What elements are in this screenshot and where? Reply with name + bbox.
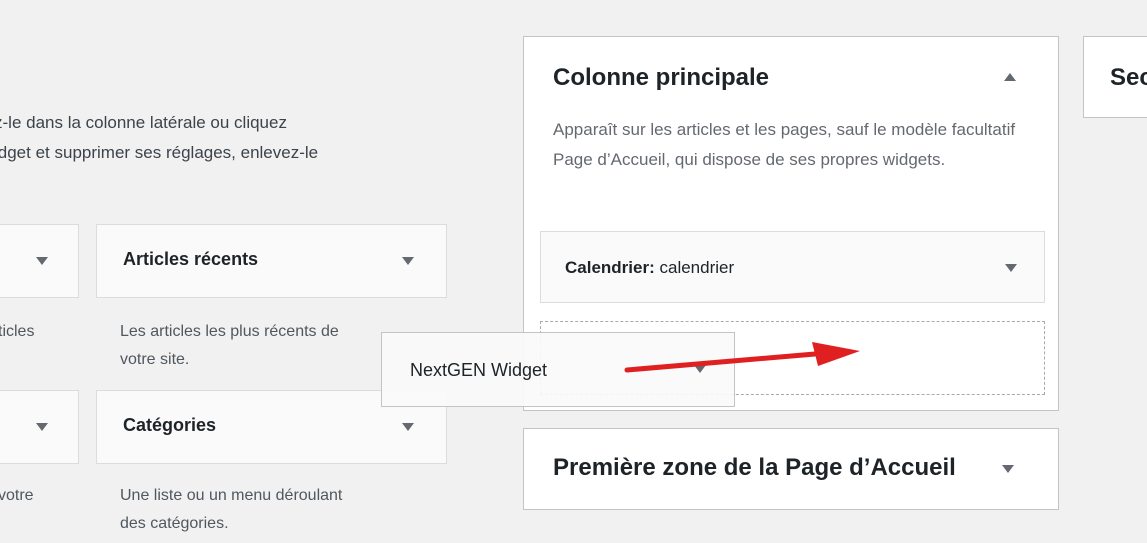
chevron-down-icon[interactable]	[1002, 465, 1014, 473]
chevron-up-icon[interactable]	[1004, 73, 1016, 81]
desc-line: Les articles les plus récents de	[120, 323, 339, 340]
chevron-down-icon[interactable]	[402, 257, 414, 265]
widget-clipped-2-desc: votre	[0, 487, 34, 504]
chevron-down-icon[interactable]	[1005, 264, 1017, 272]
sidebar-seconde: Seconde	[1083, 36, 1147, 118]
chevron-down-icon[interactable]	[36, 423, 48, 431]
sidebar-description: Apparaît sur les articles et les pages, …	[553, 120, 1016, 169]
chevron-down-icon[interactable]	[402, 423, 414, 431]
widget-title: Articles récents	[123, 249, 259, 269]
desc-line: votre site.	[120, 351, 190, 368]
widgets-screen: z-le dans la colonne latérale ou cliquez…	[0, 0, 1147, 543]
widget-calendrier[interactable]: Calendrier: calendrier	[540, 231, 1045, 303]
widget-clipped-2[interactable]	[0, 390, 79, 464]
widget-title: Calendrier: calendrier	[565, 258, 734, 278]
sidebar-title[interactable]: Première zone de la Page d’Accueil	[553, 454, 983, 482]
widget-articles-recents-desc: Les articles les plus récents de votre s…	[120, 318, 339, 374]
widget-instance-name: calendrier	[659, 258, 735, 277]
chevron-down-icon[interactable]	[36, 257, 48, 265]
intro-line-1: z-le dans la colonne latérale ou cliquez	[0, 113, 287, 132]
widget-type-label: Calendrier:	[565, 258, 655, 277]
sidebar-title[interactable]: Seconde	[1110, 64, 1147, 92]
widgets-intro-text: z-le dans la colonne latérale ou cliquez…	[0, 108, 464, 168]
desc-line: Une liste ou un menu déroulant	[120, 487, 343, 504]
widget-title: NextGEN Widget	[410, 360, 548, 380]
sidebar-premiere-zone: Première zone de la Page d’Accueil	[523, 428, 1059, 510]
widget-categories-desc: Une liste ou un menu déroulant des catég…	[120, 482, 342, 538]
desc-line: des catégories.	[120, 515, 229, 532]
widget-clipped-1-desc: ticles	[0, 323, 35, 340]
chevron-down-icon[interactable]	[694, 365, 706, 373]
widget-title: Catégories	[123, 415, 217, 435]
widget-articles-recents[interactable]: Articles récents	[96, 224, 447, 298]
intro-line-2: idget et supprimer ses réglages, enlevez…	[0, 143, 319, 162]
widget-clipped-1[interactable]	[0, 224, 79, 298]
widget-nextgen-dragging[interactable]: NextGEN Widget	[381, 332, 735, 407]
sidebar-title[interactable]: Colonne principale	[553, 64, 769, 92]
